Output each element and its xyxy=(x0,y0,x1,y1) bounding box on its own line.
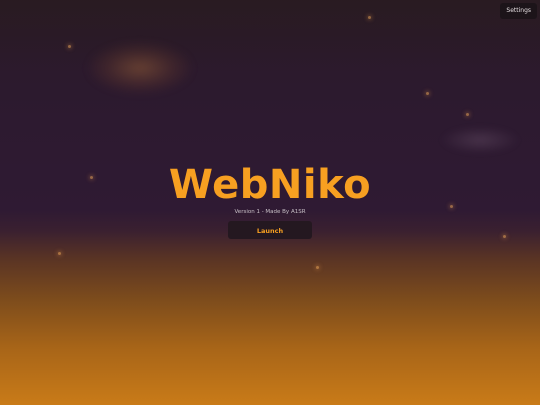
version-credit: Version 1 - Made By A1SR xyxy=(234,209,306,215)
app-title: WebNiko xyxy=(168,162,372,208)
settings-button[interactable]: Settings xyxy=(500,3,537,19)
launch-button[interactable]: Launch xyxy=(228,221,312,239)
firefly-spark xyxy=(368,16,371,19)
ambient-haze xyxy=(440,126,520,154)
ambient-glow xyxy=(88,42,192,94)
firefly-spark xyxy=(68,45,71,48)
firefly-spark xyxy=(316,266,319,269)
firefly-spark xyxy=(503,235,506,238)
firefly-spark xyxy=(466,113,469,116)
launcher-screen: { "app": { "title": "WebNiko", "subtitle… xyxy=(0,0,540,405)
top-shade xyxy=(0,0,540,70)
firefly-spark xyxy=(58,252,61,255)
firefly-spark xyxy=(426,92,429,95)
title-block: WebNiko Version 1 - Made By A1SR xyxy=(0,162,540,216)
